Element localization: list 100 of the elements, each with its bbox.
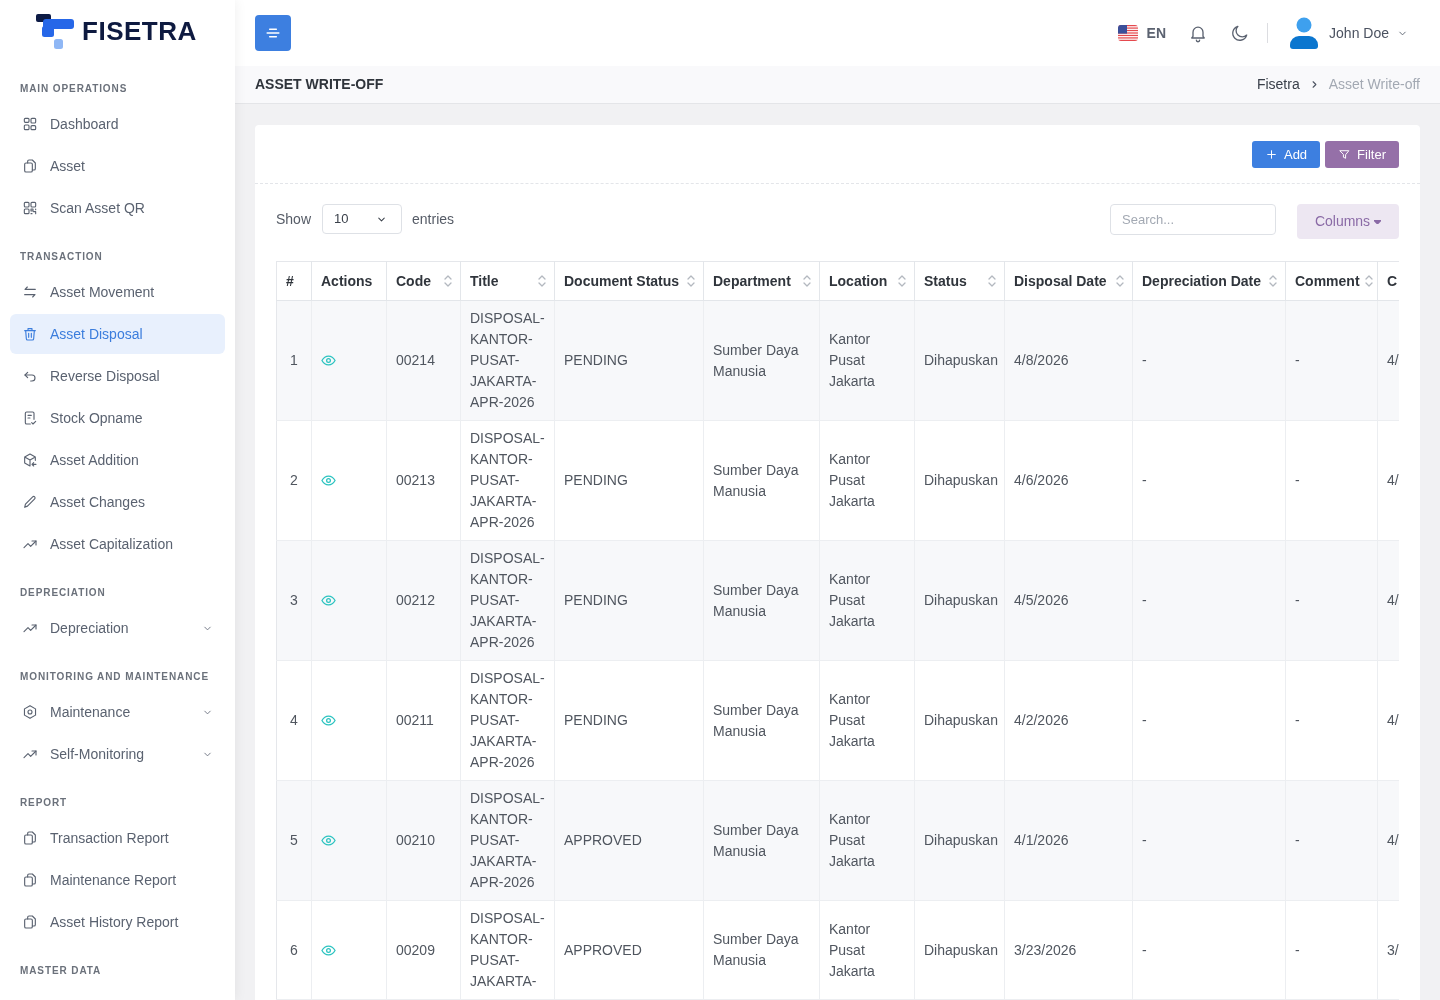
column-header[interactable]: Depreciation Date <box>1132 261 1286 301</box>
trash-icon <box>22 326 38 342</box>
breadcrumb-link[interactable]: Fisetra <box>1256 74 1300 95</box>
column-header[interactable]: Title <box>460 261 555 301</box>
table-cell: 4/6/2026 <box>1004 420 1133 541</box>
table-cell: Kantor Pusat Jakarta <box>819 300 915 421</box>
nav-item[interactable]: Maintenance Report <box>10 860 225 900</box>
entries-label: entries <box>412 209 455 229</box>
table-cell: Sumber Daya Manusia <box>703 900 820 1000</box>
nav-item[interactable]: Asset Disposal <box>10 314 225 354</box>
table-cell: 2 <box>276 420 312 541</box>
table-cell: - <box>1132 900 1286 1000</box>
section-label: DEPRECIATION <box>20 587 106 599</box>
language-selector[interactable]: EN <box>1117 22 1167 44</box>
user-menu[interactable]: John Doe <box>1290 17 1408 49</box>
nav-item[interactable]: Depreciation <box>10 608 225 648</box>
search-field[interactable]: Search... <box>1110 204 1276 235</box>
brand-name: FISETRA <box>82 16 197 46</box>
table-cell: DISPOSAL-KANTOR-PUSAT-JAKARTA-APR-2026 <box>460 780 555 901</box>
table-cell: - <box>1285 420 1378 541</box>
table-cell: Kantor Pusat Jakarta <box>819 780 915 901</box>
table-cell: 4 <box>276 660 312 781</box>
eye-icon[interactable] <box>321 473 336 488</box>
column-header[interactable]: Disposal Date <box>1004 261 1133 301</box>
column-header[interactable]: Department <box>703 261 820 301</box>
eye-icon[interactable] <box>321 833 336 848</box>
user-avatar-icon <box>1290 17 1319 49</box>
table-cell: - <box>1132 420 1286 541</box>
copy-icon <box>22 914 38 930</box>
show-label: Show <box>276 209 312 229</box>
table-cell: 6 <box>276 900 312 1000</box>
table-cell: 4/1/2026 <box>1004 780 1133 901</box>
table-cell: Dihapuskan <box>914 900 1005 1000</box>
column-header[interactable]: Code <box>386 261 461 301</box>
copy-icon <box>22 872 38 888</box>
table-cell: Kantor Pusat Jakarta <box>819 660 915 781</box>
cube-arrow-icon <box>22 452 38 468</box>
eye-icon[interactable] <box>321 942 336 958</box>
nav-item[interactable]: Maintenance <box>10 692 225 732</box>
table-cell: PENDING <box>554 540 704 661</box>
nav-item[interactable]: Self-Monitoring <box>10 734 225 774</box>
eye-icon[interactable] <box>321 593 336 608</box>
eye-icon[interactable] <box>321 713 336 728</box>
page-size-select[interactable]: 10 <box>322 204 403 234</box>
table-cell: - <box>1285 780 1378 901</box>
column-header[interactable]: Comment <box>1285 261 1378 301</box>
nav-item[interactable]: Asset Capitalization <box>10 524 225 564</box>
nav-item[interactable]: Asset History Report <box>10 902 225 942</box>
nav-item[interactable]: Asset Changes <box>10 482 225 522</box>
eye-icon[interactable] <box>321 353 336 368</box>
sort-icon <box>1363 273 1374 289</box>
table-cell: Sumber Daya Manusia <box>703 300 820 421</box>
breadcrumb-current: Asset Write-off <box>1328 75 1420 94</box>
nav-item[interactable]: Scan Asset QR <box>10 188 225 228</box>
table-cell: 00214 <box>386 300 461 421</box>
table-cell: - <box>1285 540 1378 661</box>
nav-item[interactable]: Dashboard <box>10 104 225 144</box>
add-button[interactable]: Add <box>1251 141 1321 168</box>
table-cell: APPROVED <box>554 900 704 1000</box>
nav-item[interactable]: Stock Opname <box>10 398 225 438</box>
copy-icon <box>22 830 38 846</box>
column-header[interactable]: Document Status <box>554 261 704 301</box>
flag-icon <box>1117 25 1138 41</box>
qr-code-icon <box>22 200 38 216</box>
column-header[interactable]: Status <box>914 261 1005 301</box>
sort-icon <box>1268 273 1278 289</box>
nav-item[interactable]: Transaction Report <box>10 818 225 858</box>
section-label: TRANSACTION <box>20 251 103 263</box>
table-cell: DISPOSAL-KANTOR-PUSAT-JAKARTA-APR-2026 <box>460 660 555 781</box>
nav-item[interactable]: Asset Movement <box>10 272 225 312</box>
table-cell: Kantor Pusat Jakarta <box>819 540 915 661</box>
menu-button[interactable] <box>255 15 291 51</box>
table-cell: - <box>1132 780 1286 901</box>
nav-item[interactable]: Asset <box>10 146 225 186</box>
nav-item[interactable]: Reverse Disposal <box>10 356 225 396</box>
table-cell: DISPOSAL-KANTOR-PUSAT-JAKARTA-APR-2026 <box>460 540 555 661</box>
table-cell: Sumber Daya Manusia <box>703 660 820 781</box>
table-cell: - <box>1132 540 1286 661</box>
sort-icon <box>897 273 907 289</box>
sort-icon <box>443 273 453 289</box>
table-cell: 4/5/2026 <box>1004 540 1133 661</box>
pencil-icon <box>22 494 38 510</box>
column-header[interactable]: Location <box>819 261 915 301</box>
table-cell: Kantor Pusat Jakarta <box>819 420 915 541</box>
table-cell: 00209 <box>386 900 461 1000</box>
nav-item[interactable]: Asset Addition <box>10 440 225 480</box>
table-cell: Dihapuskan <box>914 420 1005 541</box>
grid-icon <box>22 116 38 132</box>
table-cell: Kantor Pusat Jakarta <box>819 900 915 1000</box>
table-cell: - <box>1285 900 1378 1000</box>
table-cell: 00211 <box>386 660 461 781</box>
table-cell: - <box>1285 660 1378 781</box>
table-cell: 00213 <box>386 420 461 541</box>
columns-button[interactable]: Columns <box>1297 204 1399 239</box>
table-cell: PENDING <box>554 300 704 421</box>
sort-icon <box>686 273 696 289</box>
filter-button[interactable]: Filter <box>1325 141 1399 168</box>
table-cell: DISPOSAL-KANTOR-PUSAT-JAKARTA- <box>460 900 555 1000</box>
table-cell: 4/8/2026 <box>1004 300 1133 421</box>
table-cell: 4/2/2026 <box>1004 660 1133 781</box>
